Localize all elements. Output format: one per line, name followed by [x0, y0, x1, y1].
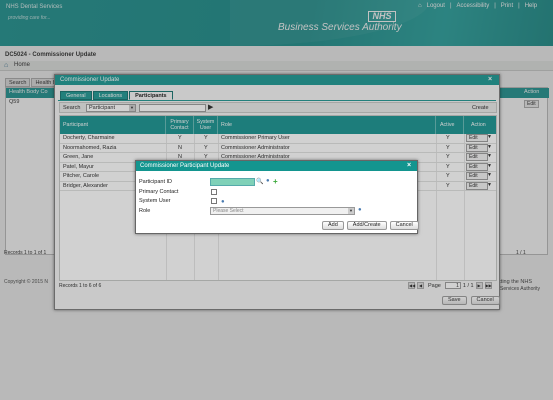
participant-dialog-title: Commissioner Participant Update — [140, 163, 230, 169]
participant-id-input[interactable] — [210, 178, 255, 186]
participant-update-dialog: Commissioner Participant Update × Partic… — [135, 160, 419, 234]
search-icon[interactable]: 🔍 — [256, 178, 263, 185]
primary-contact-checkbox[interactable] — [211, 189, 217, 195]
participant-dialog-buttons: Add Add/Create Cancel — [322, 221, 419, 230]
info-icon[interactable]: ● — [358, 207, 362, 213]
role-select[interactable]: Please Select ▼ — [210, 207, 355, 215]
system-user-checkbox[interactable] — [211, 198, 217, 204]
participant-id-label: Participant ID — [139, 179, 173, 185]
close-icon[interactable]: × — [407, 162, 411, 169]
add-button[interactable]: Add — [322, 221, 344, 230]
add-create-button[interactable]: Add/Create — [346, 221, 387, 230]
role-placeholder: Please Select — [213, 208, 244, 214]
primary-contact-label: Primary Contact — [139, 189, 179, 195]
participant-dialog-titlebar: Commissioner Participant Update × — [136, 161, 417, 171]
system-user-label: System User — [139, 198, 171, 204]
chevron-down-icon: ▼ — [348, 208, 354, 214]
info-icon[interactable]: ● — [266, 178, 270, 184]
cancel-button[interactable]: Cancel — [389, 221, 419, 230]
add-icon[interactable]: + — [273, 177, 278, 186]
info-icon[interactable]: ● — [221, 199, 225, 205]
role-label: Role — [139, 208, 151, 214]
